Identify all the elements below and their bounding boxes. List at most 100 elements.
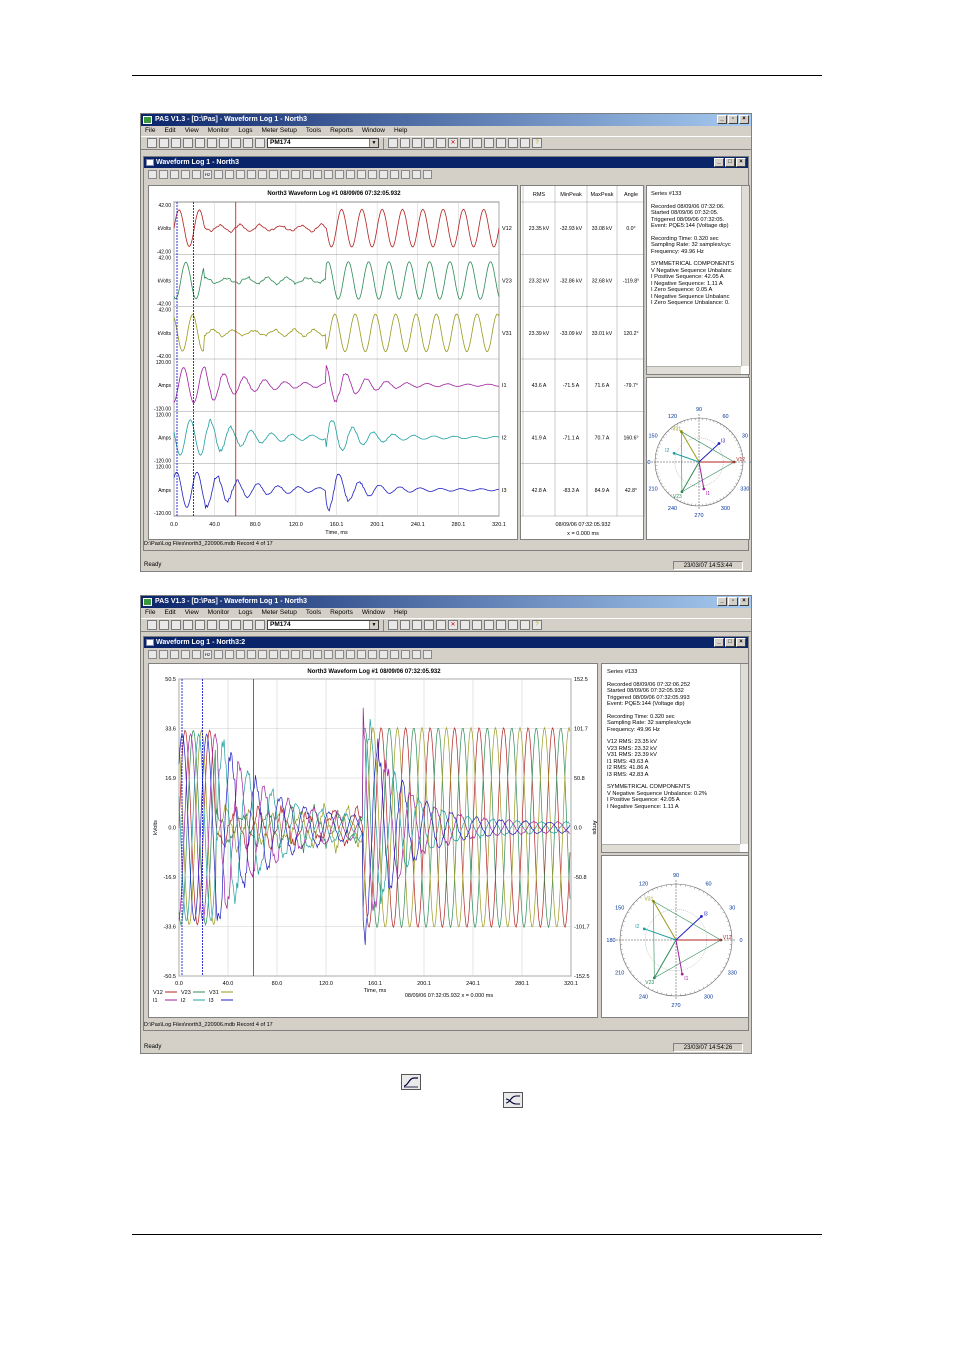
next-icon[interactable] — [357, 650, 366, 659]
restore-button[interactable]: ▫ — [728, 115, 738, 124]
undo-icon[interactable] — [401, 650, 410, 659]
marker-down-icon[interactable] — [247, 170, 256, 179]
child-close-button[interactable]: × — [736, 158, 746, 167]
channels-icon[interactable] — [159, 170, 168, 179]
menu-view[interactable]: View — [185, 608, 199, 618]
save-icon[interactable] — [159, 138, 169, 148]
copy-icon[interactable] — [195, 138, 205, 148]
list-icon[interactable] — [236, 650, 245, 659]
prev-icon[interactable] — [346, 170, 355, 179]
monitor-icon[interactable] — [424, 620, 434, 630]
chevron-down-icon[interactable]: ▼ — [369, 621, 378, 629]
menu-monitor[interactable]: Monitor — [208, 126, 230, 136]
vars-icon[interactable] — [258, 170, 267, 179]
tou-icon[interactable] — [520, 620, 530, 630]
zoom-out-icon[interactable] — [291, 170, 300, 179]
minimize-button[interactable]: _ — [717, 597, 727, 606]
menu-file[interactable]: File — [145, 126, 155, 136]
note-icon[interactable] — [460, 138, 470, 148]
menu-view[interactable]: View — [185, 126, 199, 136]
overlay-icon[interactable] — [170, 170, 179, 179]
properties-icon[interactable] — [231, 620, 241, 630]
delete-icon[interactable]: ✕ — [448, 620, 458, 630]
find-icon[interactable] — [379, 650, 388, 659]
report-icon[interactable] — [484, 138, 494, 148]
center-icon[interactable] — [302, 170, 311, 179]
pan-icon[interactable] — [324, 170, 333, 179]
open-icon[interactable] — [147, 138, 157, 148]
waveform-chart[interactable]: North3 Waveform Log #1 08/09/06 07:32:05… — [149, 186, 519, 541]
child-maximize-button[interactable]: □ — [725, 158, 735, 167]
menu-reports[interactable]: Reports — [330, 126, 353, 136]
last-icon[interactable] — [368, 170, 377, 179]
first-icon[interactable] — [335, 650, 344, 659]
center-icon[interactable] — [302, 650, 311, 659]
info-horizontal-scrollbar[interactable] — [602, 844, 740, 852]
child-close-button[interactable]: × — [736, 638, 746, 647]
print-icon[interactable] — [171, 620, 181, 630]
print-icon[interactable] — [171, 138, 181, 148]
child-maximize-button[interactable]: □ — [725, 638, 735, 647]
menu-reports[interactable]: Reports — [330, 608, 353, 618]
last-icon[interactable] — [368, 650, 377, 659]
copy-icon[interactable] — [195, 620, 205, 630]
first-icon[interactable] — [335, 170, 344, 179]
monitor-icon[interactable] — [424, 138, 434, 148]
vars-icon[interactable] — [258, 650, 267, 659]
cut-icon[interactable] — [183, 138, 193, 148]
setup-icon[interactable] — [243, 138, 253, 148]
next-icon[interactable] — [357, 170, 366, 179]
menu-window[interactable]: Window — [362, 608, 385, 618]
find-icon[interactable] — [379, 170, 388, 179]
graph-icon[interactable] — [436, 620, 446, 630]
list-icon[interactable] — [236, 170, 245, 179]
help-icon[interactable] — [423, 170, 432, 179]
gen-icon[interactable] — [496, 620, 506, 630]
info-vertical-scrollbar[interactable] — [740, 664, 748, 844]
frequency-icon[interactable] — [192, 170, 201, 179]
spectrum-icon[interactable] — [181, 170, 190, 179]
menu-help[interactable]: Help — [394, 608, 407, 618]
prev-icon[interactable] — [346, 650, 355, 659]
zoom-in-icon[interactable] — [280, 650, 289, 659]
menu-logs[interactable]: Logs — [238, 608, 252, 618]
overlay-icon[interactable] — [170, 650, 179, 659]
device-select[interactable]: PM174 ▼ — [267, 620, 379, 630]
note-icon[interactable] — [460, 620, 470, 630]
zoom-fit-icon[interactable] — [313, 650, 322, 659]
close-button[interactable]: × — [739, 115, 749, 124]
zoom-out-icon[interactable] — [291, 650, 300, 659]
download-icon[interactable] — [412, 620, 422, 630]
menu-tools[interactable]: Tools — [306, 608, 321, 618]
save-icon[interactable] — [159, 620, 169, 630]
menu-window[interactable]: Window — [362, 126, 385, 136]
menu-monitor[interactable]: Monitor — [208, 608, 230, 618]
menu-edit[interactable]: Edit — [164, 608, 175, 618]
zoom-fit-icon[interactable] — [313, 170, 322, 179]
graph-icon[interactable] — [436, 138, 446, 148]
channels-icon[interactable] — [159, 650, 168, 659]
gen-icon[interactable] — [496, 138, 506, 148]
marker-down-icon[interactable] — [247, 650, 256, 659]
connect-icon[interactable] — [255, 620, 265, 630]
stop-icon[interactable] — [412, 170, 421, 179]
setup-icon[interactable] — [243, 620, 253, 630]
spectrum-icon[interactable] — [181, 650, 190, 659]
menu-edit[interactable]: Edit — [164, 126, 175, 136]
zoom-in-icon[interactable] — [280, 170, 289, 179]
play-icon[interactable] — [390, 650, 399, 659]
markers-icon[interactable] — [214, 170, 223, 179]
connect-icon[interactable] — [255, 138, 265, 148]
help-icon[interactable]: ? — [532, 620, 542, 630]
delta-icon[interactable] — [225, 650, 234, 659]
open-icon[interactable] — [147, 620, 157, 630]
device-select[interactable]: PM174 ▼ — [267, 138, 379, 148]
table-icon[interactable] — [388, 138, 398, 148]
print-preview-icon[interactable] — [219, 138, 229, 148]
menu-logs[interactable]: Logs — [238, 126, 252, 136]
play-icon[interactable] — [390, 170, 399, 179]
help-icon[interactable]: ? — [532, 138, 542, 148]
log-icon[interactable] — [508, 138, 518, 148]
help-icon[interactable] — [423, 650, 432, 659]
log-icon[interactable] — [508, 620, 518, 630]
